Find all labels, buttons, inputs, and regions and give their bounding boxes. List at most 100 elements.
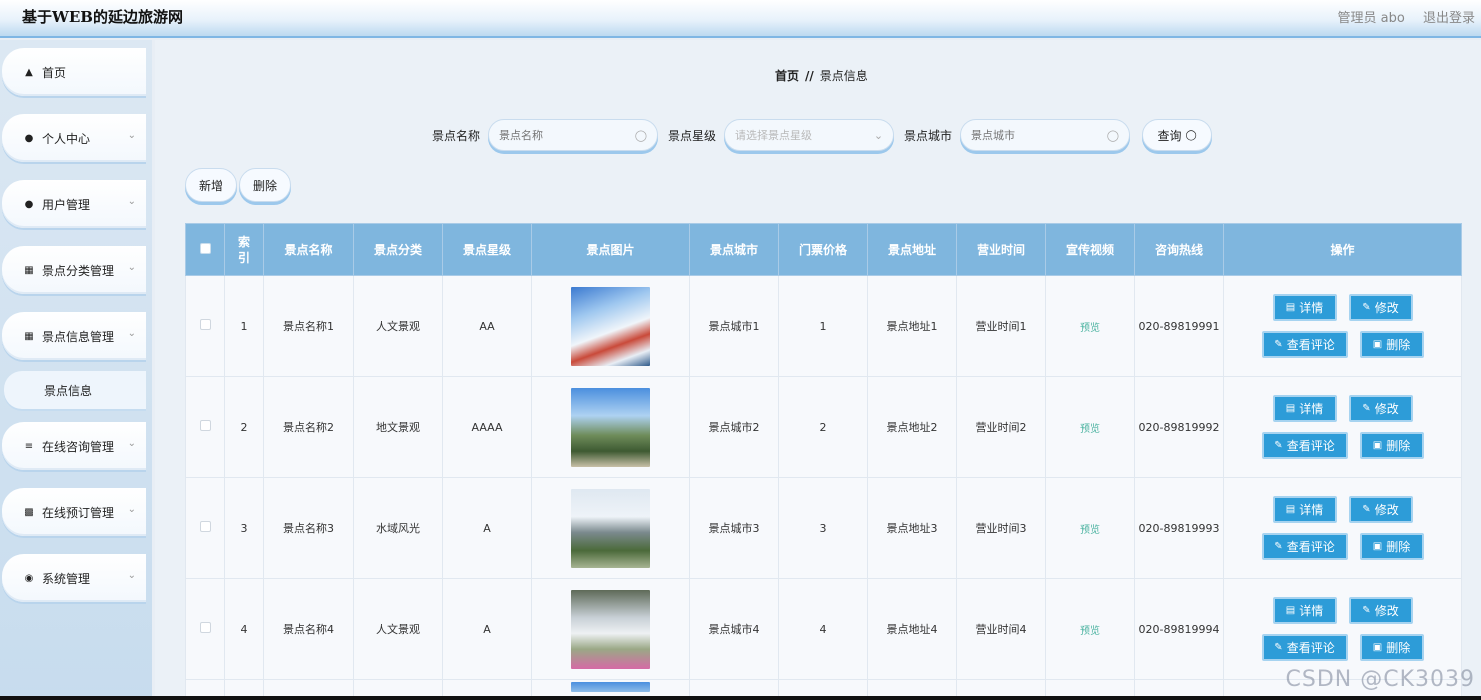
delete-button[interactable]: ▣ 删除 — [1359, 634, 1424, 661]
delete-label: 删除 — [1386, 540, 1411, 554]
col-header: 宣传视频 — [1045, 223, 1135, 276]
pencil-icon: ✎ — [1362, 605, 1371, 616]
col-header: 景点城市 — [689, 223, 779, 276]
spot-image[interactable] — [571, 286, 650, 366]
sidebar-item-spot-info[interactable]: ▦ 景点信息管理 ⌄ — [2, 312, 146, 360]
row-select[interactable] — [185, 477, 225, 579]
sidebar-item-category[interactable]: ▦ 景点分类管理 ⌄ — [2, 246, 146, 294]
preview-link[interactable]: 预览 — [1080, 525, 1100, 536]
header-select-all[interactable] — [185, 223, 225, 276]
checkbox[interactable] — [199, 420, 211, 431]
cell-video: 预览 — [1045, 477, 1135, 579]
spot-image[interactable] — [571, 488, 650, 568]
chevron-down-icon: ⌄ — [127, 130, 136, 141]
sidebar-item-system[interactable]: ◉ 系统管理 ⌄ — [2, 554, 146, 602]
search-name-input[interactable] — [499, 128, 630, 142]
delete-button[interactable]: ▣ 删除 — [1359, 432, 1424, 459]
breadcrumb: 首页 // 景点信息 — [775, 67, 868, 84]
delete-button[interactable]: ▣ 删除 — [1359, 331, 1424, 358]
search-icon: ◯ — [1185, 129, 1197, 141]
search-city-input[interactable] — [971, 128, 1102, 142]
cell-city: 景点城市2 — [689, 376, 779, 478]
cell-category: 人文景观 — [353, 578, 443, 680]
preview-link[interactable]: 预览 — [1080, 424, 1100, 435]
query-button[interactable]: 查询 ◯ — [1142, 119, 1213, 151]
breadcrumb-separator: // — [805, 69, 814, 83]
detail-button[interactable]: ▤ 详情 — [1272, 597, 1337, 624]
cell-image — [531, 275, 690, 377]
sidebar-subitem-label: 景点信息 — [44, 383, 93, 398]
preview-link[interactable]: 预览 — [1080, 626, 1100, 637]
sidebar-item-label: 在线咨询管理 — [42, 439, 115, 454]
edit-button[interactable]: ✎ 修改 — [1348, 294, 1413, 321]
comments-button[interactable]: ✎ 查看评论 — [1261, 331, 1348, 358]
cell-star: AA — [442, 275, 532, 377]
detail-button[interactable]: ▤ 详情 — [1272, 294, 1337, 321]
cell-name: 景点名称2 — [263, 376, 354, 478]
trash-icon: ▣ — [1372, 339, 1383, 350]
delete-button[interactable]: ▣ 删除 — [1359, 533, 1424, 560]
cell-price: 3 — [778, 477, 868, 579]
col-header: 景点分类 — [353, 223, 443, 276]
home-icon: ▲ — [25, 66, 33, 78]
delete-label: 删除 — [1386, 338, 1411, 352]
breadcrumb-home[interactable]: 首页 — [775, 69, 799, 83]
edit-label: 修改 — [1374, 604, 1399, 618]
pencil-icon: ✎ — [1274, 440, 1283, 451]
checkbox[interactable] — [199, 242, 211, 254]
cell-ops: ▤ 详情 ✎ 修改 ✎ 查看评论 ▣ 删除 — [1223, 275, 1462, 377]
row-select[interactable] — [185, 578, 225, 680]
search-icon: ◯ — [634, 128, 648, 142]
delete-label: 删除 — [1386, 439, 1411, 453]
spot-image[interactable] — [571, 387, 650, 467]
detail-button[interactable]: ▤ 详情 — [1272, 496, 1337, 523]
edit-button[interactable]: ✎ 修改 — [1348, 597, 1413, 624]
cell-phone: 020-89819994 — [1134, 578, 1224, 680]
cell-phone: 020-89819992 — [1134, 376, 1224, 478]
sidebar-item-label: 景点分类管理 — [42, 263, 115, 278]
search-city-field[interactable]: ◯ — [960, 119, 1131, 151]
comments-button[interactable]: ✎ 查看评论 — [1261, 432, 1348, 459]
spot-image[interactable] — [571, 682, 650, 692]
comments-button[interactable]: ✎ 查看评论 — [1261, 533, 1348, 560]
sidebar-item-users[interactable]: ● 用户管理 ⌄ — [2, 180, 146, 228]
bulk-delete-button[interactable]: 删除 — [239, 168, 291, 202]
pencil-icon: ✎ — [1274, 642, 1283, 653]
add-button[interactable]: 新增 — [185, 168, 237, 202]
cell-name: 景点名称1 — [263, 275, 354, 377]
row-select[interactable] — [185, 275, 225, 377]
search-star-select[interactable]: 请选择景点星级 ⌄ — [724, 119, 895, 151]
doc-icon: ▤ — [1285, 504, 1296, 515]
pencil-icon: ✎ — [1362, 504, 1371, 515]
chevron-down-icon: ⌄ — [127, 438, 136, 449]
detail-button[interactable]: ▤ 详情 — [1272, 395, 1337, 422]
spot-image[interactable] — [571, 589, 650, 669]
table-header-row: 索引 景点名称 景点分类 景点星级 景点图片 景点城市 门票价格 景点地址 营业… — [185, 223, 1462, 276]
sidebar-item-booking[interactable]: ▩ 在线预订管理 ⌄ — [2, 488, 146, 536]
sidebar-subitem-spot-info[interactable]: 景点信息 — [4, 371, 146, 409]
chevron-down-icon: ⌄ — [127, 328, 136, 339]
edit-button[interactable]: ✎ 修改 — [1348, 496, 1413, 523]
cell-name: 景点名称3 — [263, 477, 354, 579]
row-select[interactable] — [185, 376, 225, 478]
cell-hours: 营业时间3 — [956, 477, 1046, 579]
sidebar-item-consult[interactable]: ≡ 在线咨询管理 ⌄ — [2, 422, 146, 470]
preview-link[interactable]: 预览 — [1080, 323, 1100, 334]
detail-label: 详情 — [1299, 604, 1324, 618]
cell-star: AAAA — [442, 376, 532, 478]
cell-index: 1 — [224, 275, 264, 377]
sidebar-item-home[interactable]: ▲ 首页 — [2, 48, 146, 96]
table-row: 1 景点名称1 人文景观 AA 景点城市1 1 景点地址1 营业时间1 预览 0… — [185, 275, 1462, 377]
checkbox[interactable] — [199, 521, 211, 532]
query-button-label: 查询 — [1157, 128, 1182, 143]
checkbox[interactable] — [199, 622, 211, 633]
sidebar-item-profile[interactable]: ● 个人中心 ⌄ — [2, 114, 146, 162]
edit-button[interactable]: ✎ 修改 — [1348, 395, 1413, 422]
doc-icon: ▤ — [1285, 605, 1296, 616]
edit-label: 修改 — [1374, 503, 1399, 517]
comments-button[interactable]: ✎ 查看评论 — [1261, 634, 1348, 661]
checkbox[interactable] — [199, 319, 211, 330]
logout-link[interactable]: 退出登录 — [1423, 11, 1475, 26]
search-name-field[interactable]: ◯ — [488, 119, 659, 151]
pencil-icon: ✎ — [1274, 339, 1283, 350]
